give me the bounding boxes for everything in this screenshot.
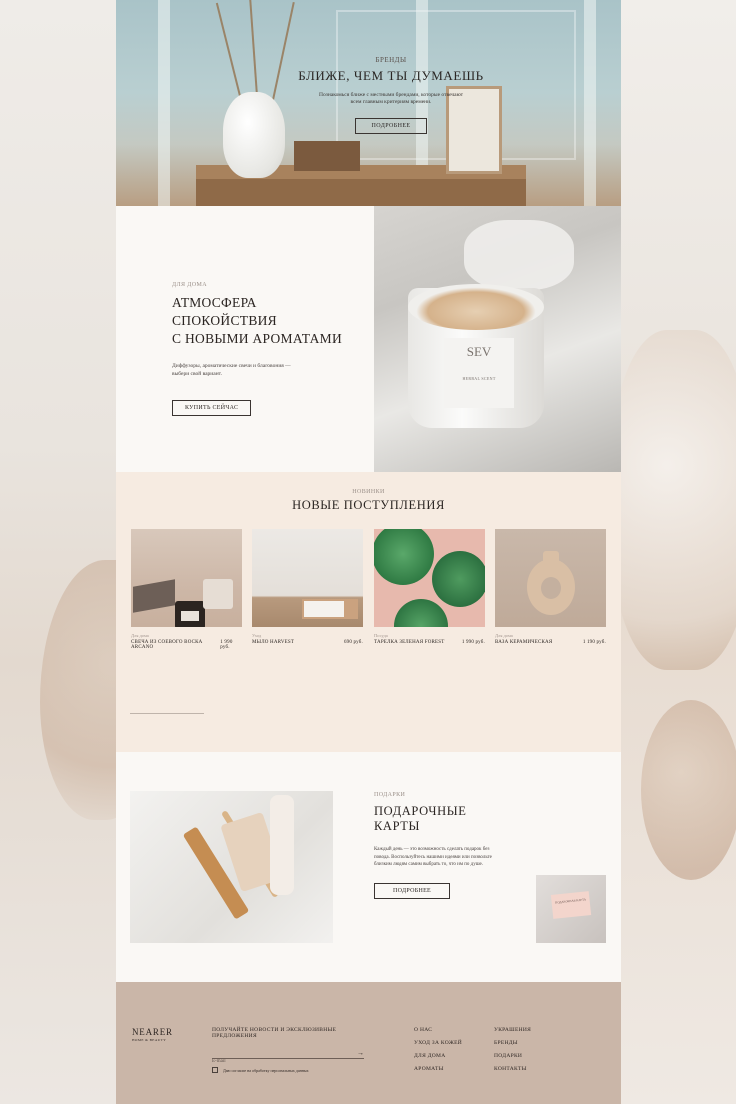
newsletter-title: ПОЛУЧАЙТЕ НОВОСТИ И ЭКСКЛЮЗИВНЫЕ ПРЕДЛОЖ… [212,1027,337,1039]
atmosphere-title: АТМОСФЕРА СПОКОЙСТВИЯ С НОВЫМИ АРОМАТАМИ [172,294,362,348]
footer-link-skincare[interactable]: УХОД ЗА КОЖЕЙ [414,1040,462,1046]
product-category: Для дома [495,633,513,638]
candle-brand: SEV [466,344,492,359]
footer-link-gifts[interactable]: ПОДАРКИ [494,1053,531,1059]
product-card[interactable]: Для дома СВЕЧА ИЗ СОЕВОГО ВОСКА ARCANO 1 … [131,529,242,650]
buy-now-button[interactable]: КУПИТЬ СЕЙЧАС [172,400,252,416]
gift-cards-section: ПОДАРКИ ПОДАРОЧНЫЕ КАРТЫ Каждый день — э… [116,752,621,982]
product-card[interactable]: Посуда ТАРЕЛКА ЗЕЛЕНАЯ FOREST 1 990 руб. [374,529,485,645]
email-input[interactable] [212,1057,342,1066]
gifts-title: ПОДАРОЧНЫЕ КАРТЫ [374,804,467,833]
diffuser-stick [249,0,258,97]
footer-link-brands[interactable]: БРЕНДЫ [494,1040,531,1046]
hero-description: Познакомься ближе с местными брендами, к… [318,92,464,105]
product-name[interactable]: МЫЛО HARVEST [252,640,294,645]
candle-product-image [131,529,242,627]
window-frame [158,0,170,206]
hero-details-button[interactable]: ПОДРОБНЕЕ [354,118,428,134]
product-name[interactable]: ТАРЕЛКА ЗЕЛЕНАЯ FOREST [374,640,445,645]
gifts-details-button[interactable]: ПОДРОБНЕЕ [374,882,451,899]
footer-link-about[interactable]: О НАС [414,1027,462,1033]
atmosphere-title-line1: АТМОСФЕРА СПОКОЙСТВИЯ [172,295,277,328]
shelf-front [196,179,526,206]
product-card[interactable]: Уход МЫЛО HARVEST 690 руб. [252,529,363,645]
hero-copy: БРЕНДЫ БЛИЖЕ, ЧЕМ ТЫ ДУМАЕШЬ Познакомься… [276,56,506,134]
hero-title: БЛИЖЕ, ЧЕМ ТЫ ДУМАЕШЬ [298,68,484,83]
logo-text: NEARER [132,1027,173,1037]
footer-menu-col1: О НАС УХОД ЗА КОЖЕЙ ДЛЯ ДОМА АРОМАТЫ [414,1027,462,1079]
product-name[interactable]: СВЕЧА ИЗ СОЕВОГО ВОСКА ARCANO [131,640,220,650]
window-frame [584,0,596,206]
soap-product-image [252,529,363,627]
consent-checkbox[interactable] [212,1067,218,1073]
product-price: 1 990 руб. [220,640,233,650]
atmosphere-section: ДЛЯ ДОМА АТМОСФЕРА СПОКОЙСТВИЯ С НОВЫМИ … [116,206,621,472]
plate-product-image [374,529,485,627]
product-category: Для дома [131,633,149,638]
consent-label: Даю согласие на обработку персональных д… [223,1067,309,1073]
product-category: Посуда [374,633,388,638]
atmosphere-eyebrow: ДЛЯ ДОМА [172,282,207,288]
candle-label: SEV HERBAL SCENT [444,338,514,408]
arrivals-title: НОВЫЕ ПОСТУПЛЕНИЯ [292,498,445,512]
gifts-description: Каждый день — это возможность сделать по… [374,847,492,867]
footer-logo[interactable]: NEARER HOME & BEAUTY [132,1027,173,1042]
hero-eyebrow: БРЕНДЫ [375,56,407,64]
consent-row: Даю согласие на обработку персональных д… [212,1067,364,1073]
new-arrivals-section: НОВИНКИ НОВЫЕ ПОСТУПЛЕНИЯ Для дома СВЕЧА… [116,472,621,752]
arrivals-header: НОВИНКИ НОВЫЕ ПОСТУПЛЕНИЯ [116,489,621,513]
product-name[interactable]: ВАЗА КЕРАМИЧЕСКАЯ [495,640,552,645]
arrivals-eyebrow: НОВИНКИ [352,489,385,495]
gifts-eyebrow: ПОДАРКИ [374,792,406,798]
atmosphere-description: Диффузоры, ароматические свечи и благово… [172,363,291,377]
product-price: 1 190 руб. [582,640,606,645]
gift-card-thumbnail[interactable]: ПОДАРОЧНАЯ КАРТА [536,875,606,943]
gifts-copy: ПОДАРКИ ПОДАРОЧНЫЕ КАРТЫ Каждый день — э… [374,792,514,899]
wooden-box-image [294,141,360,171]
product-price: 1 990 руб. [461,640,485,645]
newsletter-form: ПОЛУЧАЙТЕ НОВОСТИ И ЭКСКЛЮЗИВНЫЕ ПРЕДЛОЖ… [212,1027,364,1073]
submit-arrow-icon[interactable]: → [357,1049,364,1057]
backdrop-right [611,0,736,1104]
slider-progress-line[interactable] [130,713,204,714]
candle-back-image [464,220,574,290]
hero-banner: БРЕНДЫ БЛИЖЕ, ЧЕМ ТЫ ДУМАЕШЬ Познакомься… [116,0,621,206]
candle-photo: SEV HERBAL SCENT [374,206,621,472]
footer-link-contacts[interactable]: КОНТАКТЫ [494,1066,531,1072]
landing-page: БРЕНДЫ БЛИЖЕ, ЧЕМ ТЫ ДУМАЕШЬ Познакомься… [116,0,621,1104]
product-card[interactable]: Для дома ВАЗА КЕРАМИЧЕСКАЯ 1 190 руб. [495,529,606,645]
candle-label-text: HERBAL SCENT [462,376,496,381]
backdrop-left [0,0,160,1104]
footer: NEARER HOME & BEAUTY ПОЛУЧАЙТЕ НОВОСТИ И… [116,982,621,1104]
footer-link-home[interactable]: ДЛЯ ДОМА [414,1053,462,1059]
toiletries-photo [130,791,333,943]
atmosphere-title-line2: С НОВЫМИ АРОМАТАМИ [172,331,342,346]
diffuser-stick [215,2,242,101]
footer-menu-col2: УКРАШЕНИЯ БРЕНДЫ ПОДАРКИ КОНТАКТЫ [494,1027,531,1079]
footer-link-aromas[interactable]: АРОМАТЫ [414,1066,462,1072]
atmosphere-copy: ДЛЯ ДОМА АТМОСФЕРА СПОКОЙСТВИЯ С НОВЫМИ … [172,282,362,416]
product-price: 690 руб. [343,640,363,645]
gift-card-mini: ПОДАРОЧНАЯ КАРТА [550,891,592,919]
footer-link-jewelry[interactable]: УКРАШЕНИЯ [494,1027,531,1033]
vase-product-image [495,529,606,627]
candle-wax-image [408,284,544,330]
email-row: → [212,1049,364,1066]
product-category: Уход [252,633,262,638]
logo-subtitle: HOME & BEAUTY [132,1038,167,1042]
